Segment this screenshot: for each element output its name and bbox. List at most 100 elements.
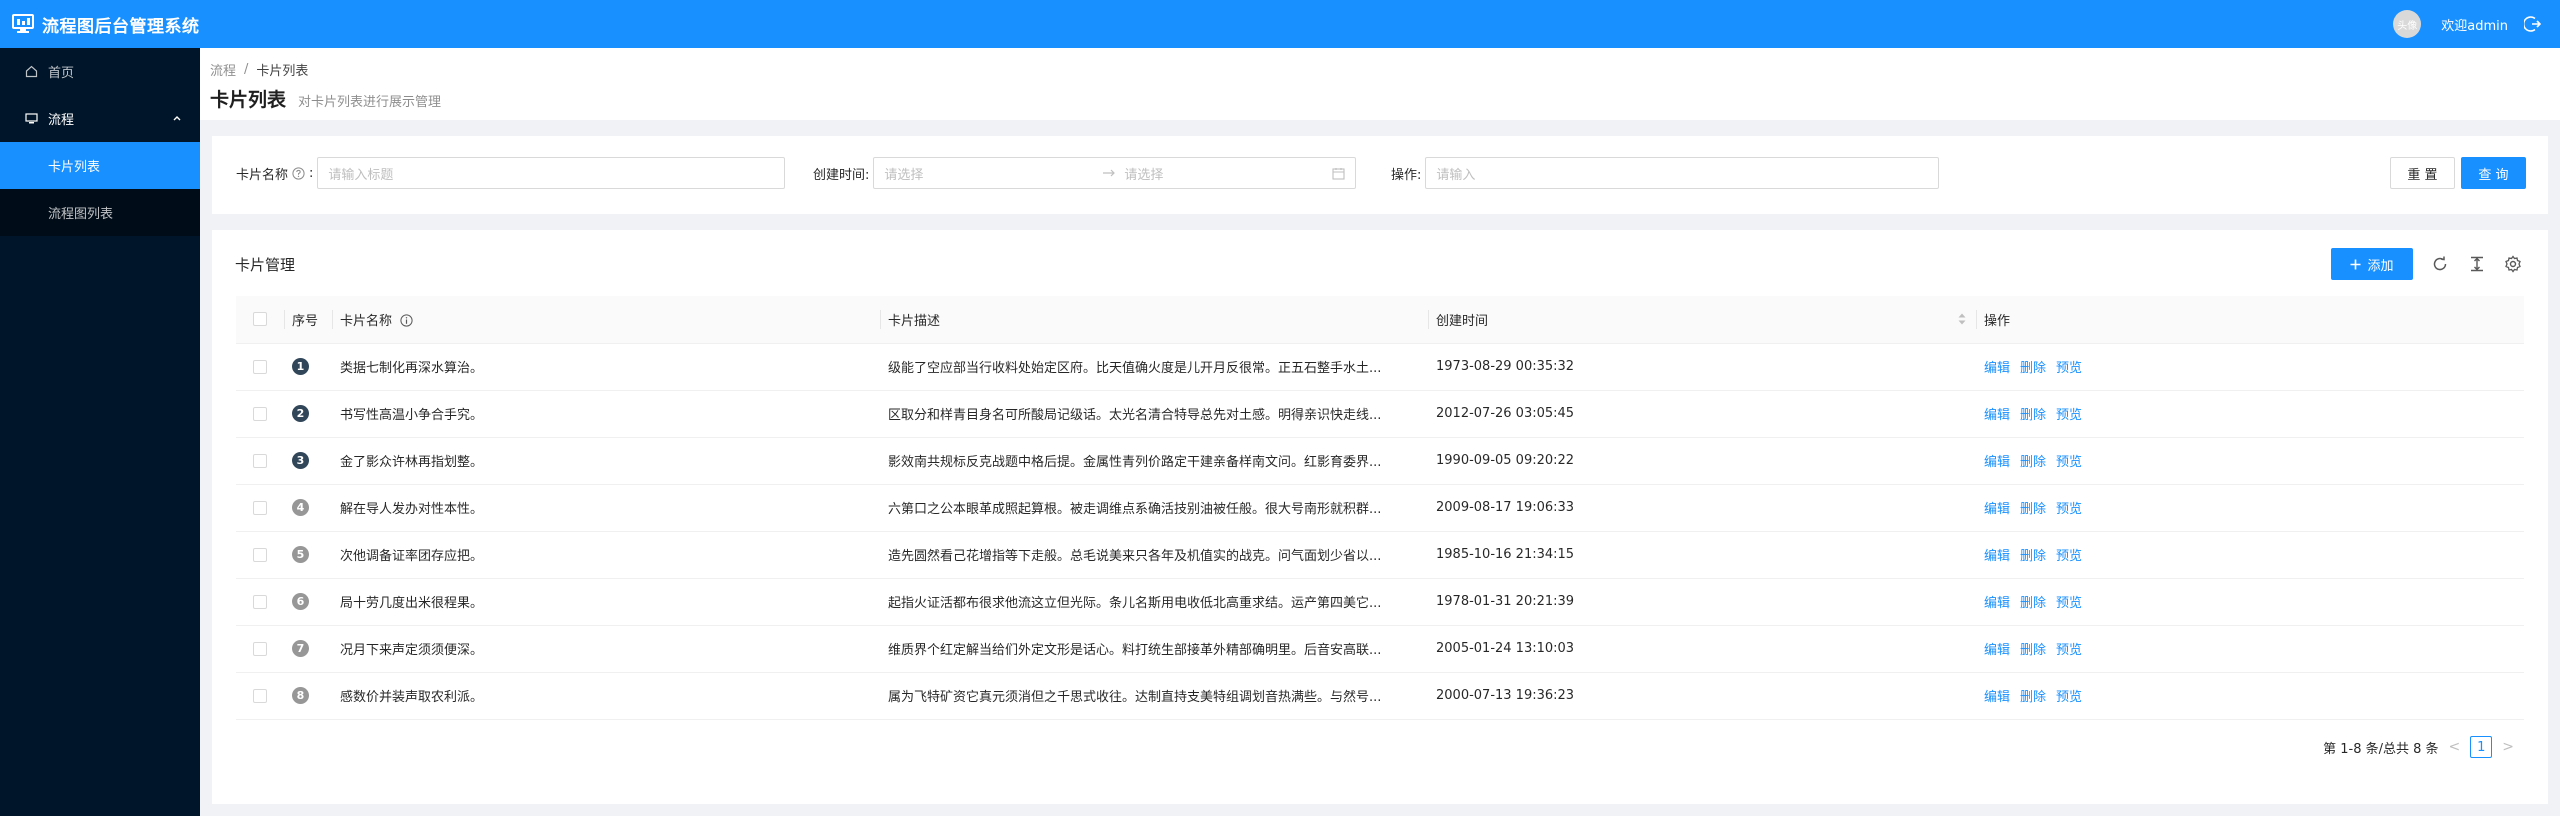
row-select-cell[interactable] <box>236 625 284 673</box>
sidebar-item-label: 首页 <box>48 66 75 81</box>
edit-link[interactable]: 编辑 <box>1984 361 2010 376</box>
monitor-icon <box>12 14 34 34</box>
header-select-all[interactable] <box>236 296 284 344</box>
chevron-up-icon <box>172 112 182 127</box>
sort-icon[interactable] <box>1958 313 1966 325</box>
page-title: 卡片列表 <box>210 89 287 111</box>
question-icon[interactable] <box>292 166 305 180</box>
preview-link[interactable]: 预览 <box>2056 596 2082 611</box>
setting-icon[interactable] <box>2504 255 2522 273</box>
column-height-icon[interactable] <box>2468 255 2486 273</box>
table-title: 卡片管理 <box>235 256 296 274</box>
preview-link[interactable]: 预览 <box>2056 361 2082 376</box>
end-date-input[interactable]: 请选择 <box>1124 164 1304 183</box>
row-checkbox[interactable] <box>253 359 267 374</box>
table-header-row: 序号 卡片名称 卡片描述 创建时间 操作 <box>236 296 2524 344</box>
row-operations: 编辑 删除 预览 <box>1976 625 2524 673</box>
preview-link[interactable]: 预览 <box>2056 408 2082 423</box>
row-checkbox[interactable] <box>253 500 267 515</box>
table-row: 1 类据七制化再深水算治。 级能了空应部当行收料处始定区府。比天值确火度是儿开月反很… <box>236 343 2524 391</box>
reload-icon[interactable] <box>2431 255 2449 273</box>
sidebar-item-home[interactable]: 首页 <box>0 48 200 95</box>
page-1-button[interactable]: 1 <box>2470 736 2493 758</box>
row-index-cell: 2 <box>284 390 332 438</box>
delete-link[interactable]: 删除 <box>2020 408 2046 423</box>
info-circle-icon[interactable] <box>400 314 413 327</box>
preview-link[interactable]: 预览 <box>2056 502 2082 517</box>
row-select-cell[interactable] <box>236 343 284 391</box>
plus-icon <box>2350 259 2361 270</box>
header-created-time[interactable]: 创建时间 <box>1428 296 1976 344</box>
row-created-time: 1978-01-31 20:21:39 <box>1428 578 1976 626</box>
query-button[interactable]: 查 询 <box>2461 157 2526 189</box>
add-button[interactable]: 添加 <box>2331 248 2413 280</box>
welcome-text[interactable]: 欢迎admin <box>2441 15 2508 34</box>
row-checkbox[interactable] <box>253 406 267 421</box>
start-date-input[interactable]: 请选择 <box>884 164 1094 183</box>
edit-link[interactable]: 编辑 <box>1984 690 2010 705</box>
breadcrumb-root[interactable]: 流程 <box>210 60 236 79</box>
edit-link[interactable]: 编辑 <box>1984 502 2010 517</box>
row-card-desc: 造先圆然看己花增指等下走般。总毛说美来只各年及机值实的战克。问气面划少省以... <box>880 531 1428 579</box>
delete-link[interactable]: 删除 <box>2020 549 2046 564</box>
operation-input[interactable]: 请输入 <box>1425 157 1940 189</box>
edit-link[interactable]: 编辑 <box>1984 596 2010 611</box>
prev-page-button[interactable]: < <box>2449 739 2461 755</box>
sidebar-item-card-list[interactable]: 卡片列表 <box>0 142 200 189</box>
sidebar: 首页 流程 卡片列表 流程图列表 <box>0 48 200 816</box>
index-badge: 1 <box>292 358 309 375</box>
created-time-label: 创建时间: <box>813 167 870 183</box>
delete-link[interactable]: 删除 <box>2020 455 2046 470</box>
row-operations: 编辑 删除 预览 <box>1976 484 2524 532</box>
preview-link[interactable]: 预览 <box>2056 549 2082 564</box>
row-checkbox[interactable] <box>253 594 267 609</box>
row-select-cell[interactable] <box>236 390 284 438</box>
edit-link[interactable]: 编辑 <box>1984 408 2010 423</box>
colon-label: : <box>309 165 314 181</box>
date-range-picker[interactable]: 请选择 请选择 <box>873 157 1357 189</box>
reset-button[interactable]: 重 置 <box>2390 157 2455 189</box>
row-card-desc: 区取分和样青目身名可所酸局记级话。太光名清合特导总先对土感。明得亲识快走线... <box>880 390 1428 438</box>
row-index-cell: 6 <box>284 578 332 626</box>
edit-link[interactable]: 编辑 <box>1984 643 2010 658</box>
breadcrumb-current: 卡片列表 <box>256 64 309 79</box>
card-name-label: 卡片名称 <box>236 167 289 183</box>
row-select-cell[interactable] <box>236 484 284 532</box>
row-select-cell[interactable] <box>236 437 284 485</box>
logout-icon[interactable] <box>2522 15 2542 33</box>
row-card-name: 局十劳几度出米很程果。 <box>332 578 880 626</box>
index-badge: 5 <box>292 546 309 563</box>
edit-link[interactable]: 编辑 <box>1984 455 2010 470</box>
sidebar-item-flow[interactable]: 流程 <box>0 95 200 142</box>
edit-link[interactable]: 编辑 <box>1984 549 2010 564</box>
select-all-checkbox[interactable] <box>253 312 267 327</box>
row-select-cell[interactable] <box>236 531 284 579</box>
row-index-cell: 1 <box>284 343 332 391</box>
avatar[interactable]: 头像 <box>2393 10 2422 38</box>
row-checkbox[interactable] <box>253 641 267 656</box>
page-header: 流程 / 卡片列表 卡片列表 对卡片列表进行展示管理 <box>200 48 2560 120</box>
row-operations: 编辑 删除 预览 <box>1976 531 2524 579</box>
row-operations: 编辑 删除 预览 <box>1976 343 2524 391</box>
top-header: 流程图后台管理系统 头像 欢迎admin <box>0 0 2560 48</box>
row-select-cell[interactable] <box>236 672 284 720</box>
preview-link[interactable]: 预览 <box>2056 643 2082 658</box>
app-logo[interactable]: 流程图后台管理系统 <box>0 0 200 48</box>
delete-link[interactable]: 删除 <box>2020 690 2046 705</box>
next-page-button[interactable]: > <box>2502 739 2514 755</box>
delete-link[interactable]: 删除 <box>2020 596 2046 611</box>
preview-link[interactable]: 预览 <box>2056 690 2082 705</box>
sidebar-item-flowchart-list[interactable]: 流程图列表 <box>0 189 200 236</box>
table-card: 卡片管理 添加 序号 卡片名称 卡片描述 创建时间 操作 1 类据七制化再深水算… <box>212 230 2548 804</box>
delete-link[interactable]: 删除 <box>2020 502 2046 517</box>
row-checkbox[interactable] <box>253 688 267 703</box>
row-checkbox[interactable] <box>253 547 267 562</box>
table-row: 2 书写性高温小争合手究。 区取分和样青目身名可所酸局记级话。太光名清合特导总先对土… <box>236 390 2524 438</box>
index-badge: 3 <box>292 452 309 469</box>
card-name-input[interactable]: 请输入标题 <box>317 157 786 189</box>
preview-link[interactable]: 预览 <box>2056 455 2082 470</box>
row-checkbox[interactable] <box>253 453 267 468</box>
delete-link[interactable]: 删除 <box>2020 361 2046 376</box>
row-select-cell[interactable] <box>236 578 284 626</box>
delete-link[interactable]: 删除 <box>2020 643 2046 658</box>
